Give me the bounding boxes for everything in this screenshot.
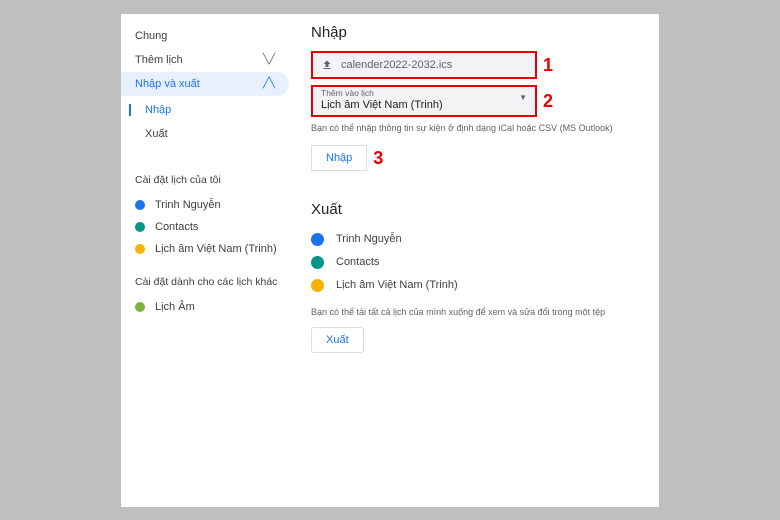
export-section: Xuất Trinh Nguyễn Contacts Lịch âm Việt Na…	[311, 201, 659, 353]
other-calendars-list: Lịch Âm	[121, 296, 293, 318]
my-calendars-list: Trinh Nguyễn Contacts Lịch âm Việt Nam (Tr…	[121, 194, 293, 260]
sidebar-sub-import-label: Nhập	[145, 104, 171, 116]
file-name: calender2022-2032.ics	[341, 59, 452, 71]
export-hint: Bạn có thể tải tất cả lịch của mình xuốn…	[311, 307, 649, 317]
list-item-label: Lịch âm Việt Nam (Trinh)	[155, 243, 277, 255]
export-list: Trinh Nguyễn Contacts Lịch âm Việt Nam (Tr…	[311, 228, 649, 297]
other-calendars-title: Cài đặt dành cho các lịch khác	[121, 260, 293, 296]
color-dot-icon	[135, 302, 145, 312]
import-hint: Bạn có thể nhập thông tin sự kiện ở định…	[311, 123, 659, 133]
sidebar-import-export[interactable]: Nhập và xuất ╱╲	[121, 72, 289, 96]
list-item-label: Contacts	[336, 256, 379, 268]
import-title: Nhập	[311, 24, 659, 41]
sidebar-add-calendar[interactable]: Thêm lịch ╲╱	[121, 48, 289, 72]
sidebar: Chung Thêm lịch ╲╱ Nhập và xuất ╱╲ Nhập …	[121, 14, 293, 507]
dropdown-value: Lịch âm Việt Nam (Trinh)	[321, 99, 527, 112]
color-dot-icon	[311, 279, 324, 292]
export-button-label: Xuất	[326, 334, 349, 346]
list-item-label: Lịch Âm	[155, 301, 195, 313]
color-dot-icon	[311, 256, 324, 269]
chevron-down-icon: ╲╱	[263, 54, 275, 65]
list-item[interactable]: Contacts	[311, 251, 649, 274]
annotation-1: 1	[543, 56, 553, 74]
list-item[interactable]: Lịch âm Việt Nam (Trinh)	[311, 274, 649, 297]
upload-icon	[321, 59, 333, 71]
dropdown-label: Thêm vào lịch	[321, 89, 527, 98]
sidebar-sub-import[interactable]: Nhập	[135, 98, 293, 122]
list-item[interactable]: Trinh Nguyễn	[311, 228, 649, 251]
sidebar-import-export-sub: Nhập Xuất	[121, 98, 293, 146]
annotation-3: 3	[373, 149, 383, 167]
sidebar-import-export-label: Nhập và xuất	[135, 78, 200, 90]
list-item-label: Contacts	[155, 221, 198, 233]
annotation-2: 2	[543, 92, 553, 110]
sidebar-add-calendar-label: Thêm lịch	[135, 54, 183, 66]
list-item[interactable]: Lịch âm Việt Nam (Trinh)	[121, 238, 293, 260]
my-calendars-title: Cài đặt lịch của tôi	[121, 158, 293, 194]
list-item[interactable]: Contacts	[121, 216, 293, 238]
list-item-label: Trinh Nguyễn	[155, 199, 221, 211]
list-item-label: Trinh Nguyễn	[336, 233, 402, 245]
sidebar-sub-export[interactable]: Xuất	[135, 122, 293, 146]
import-button[interactable]: Nhập	[311, 145, 367, 171]
settings-window: Chung Thêm lịch ╲╱ Nhập và xuất ╱╲ Nhập …	[120, 13, 660, 508]
chevron-up-icon: ╱╲	[263, 78, 275, 89]
export-title: Xuất	[311, 201, 649, 218]
color-dot-icon	[135, 222, 145, 232]
list-item-label: Lịch âm Việt Nam (Trinh)	[336, 279, 458, 291]
list-item[interactable]: Trinh Nguyễn	[121, 194, 293, 216]
import-button-label: Nhập	[326, 152, 352, 164]
content: Nhập calender2022-2032.ics 1 Thêm vào lị…	[293, 14, 659, 507]
color-dot-icon	[135, 244, 145, 254]
sidebar-general[interactable]: Chung	[121, 24, 289, 48]
sidebar-general-label: Chung	[135, 30, 167, 42]
color-dot-icon	[135, 200, 145, 210]
list-item[interactable]: Lịch Âm	[121, 296, 293, 318]
color-dot-icon	[311, 233, 324, 246]
file-select[interactable]: calender2022-2032.ics	[311, 51, 537, 79]
dropdown-arrow-icon: ▼	[519, 93, 527, 102]
calendar-dropdown[interactable]: Thêm vào lịch Lịch âm Việt Nam (Trinh) ▼	[311, 85, 537, 117]
sidebar-sub-export-label: Xuất	[145, 128, 168, 140]
export-button[interactable]: Xuất	[311, 327, 364, 353]
